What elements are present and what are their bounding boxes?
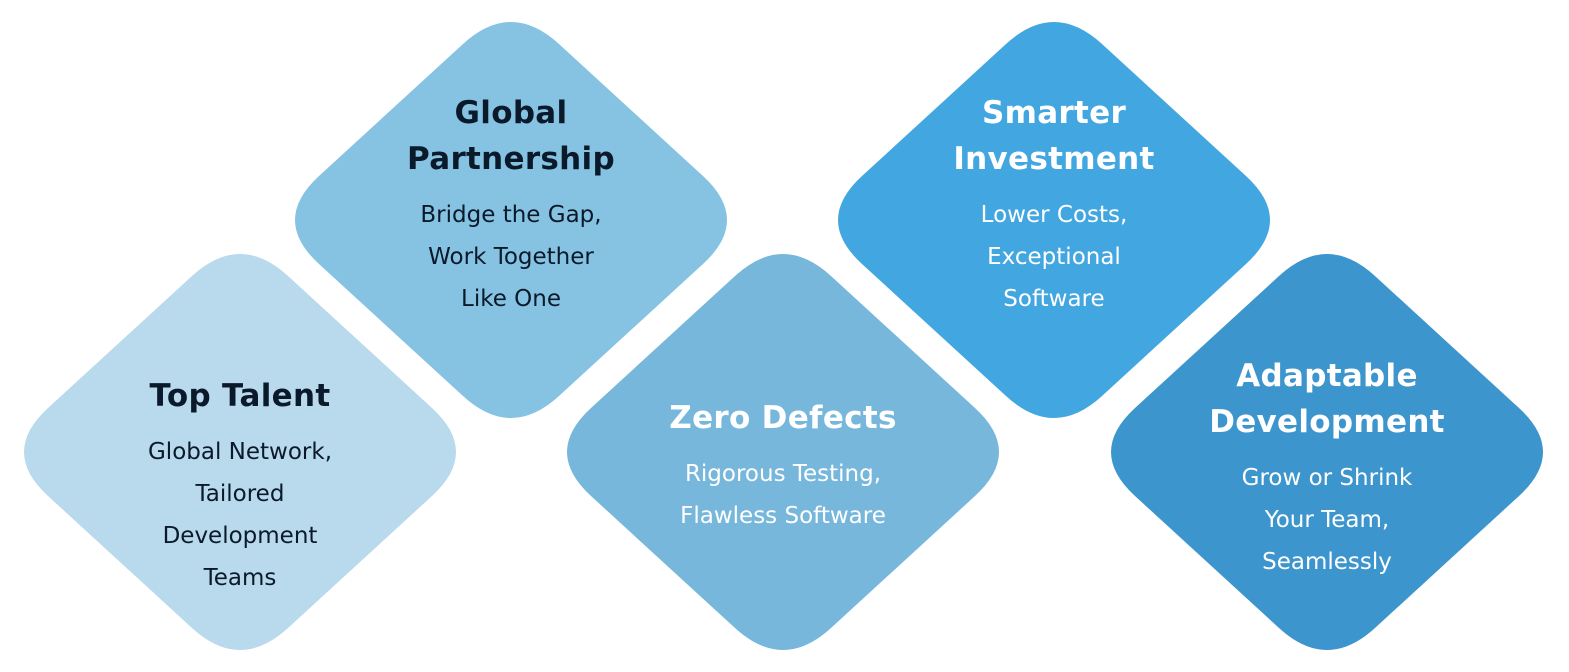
card-description: Lower Costs, Exceptional Software (980, 202, 1128, 312)
card-description: Bridge the Gap, Work Together Like One (420, 202, 602, 312)
card-title: Top Talent (149, 378, 331, 414)
card-description: Grow or Shrink Your Team, Seamlessly (1241, 465, 1413, 575)
card-description: Rigorous Testing, Flawless Software (680, 461, 886, 529)
card-title: Adaptable Development (1209, 358, 1445, 440)
card-smarter-investment: Smarter Investment Lower Costs, Exceptio… (953, 90, 1154, 320)
card-top-talent: Top Talent Global Network, Tailored Deve… (148, 373, 332, 599)
card-title: Smarter Investment (953, 95, 1155, 177)
card-title: Global Partnership (407, 95, 615, 177)
card-zero-defects: Zero Defects Rigorous Testing, Flawless … (669, 395, 896, 537)
card-description: Global Network, Tailored Development Tea… (147, 439, 333, 591)
card-global-partnership: Global Partnership Bridge the Gap, Work … (407, 90, 615, 320)
card-adaptable-development: Adaptable Development Grow or Shrink You… (1209, 353, 1445, 583)
card-title: Zero Defects (669, 400, 897, 436)
